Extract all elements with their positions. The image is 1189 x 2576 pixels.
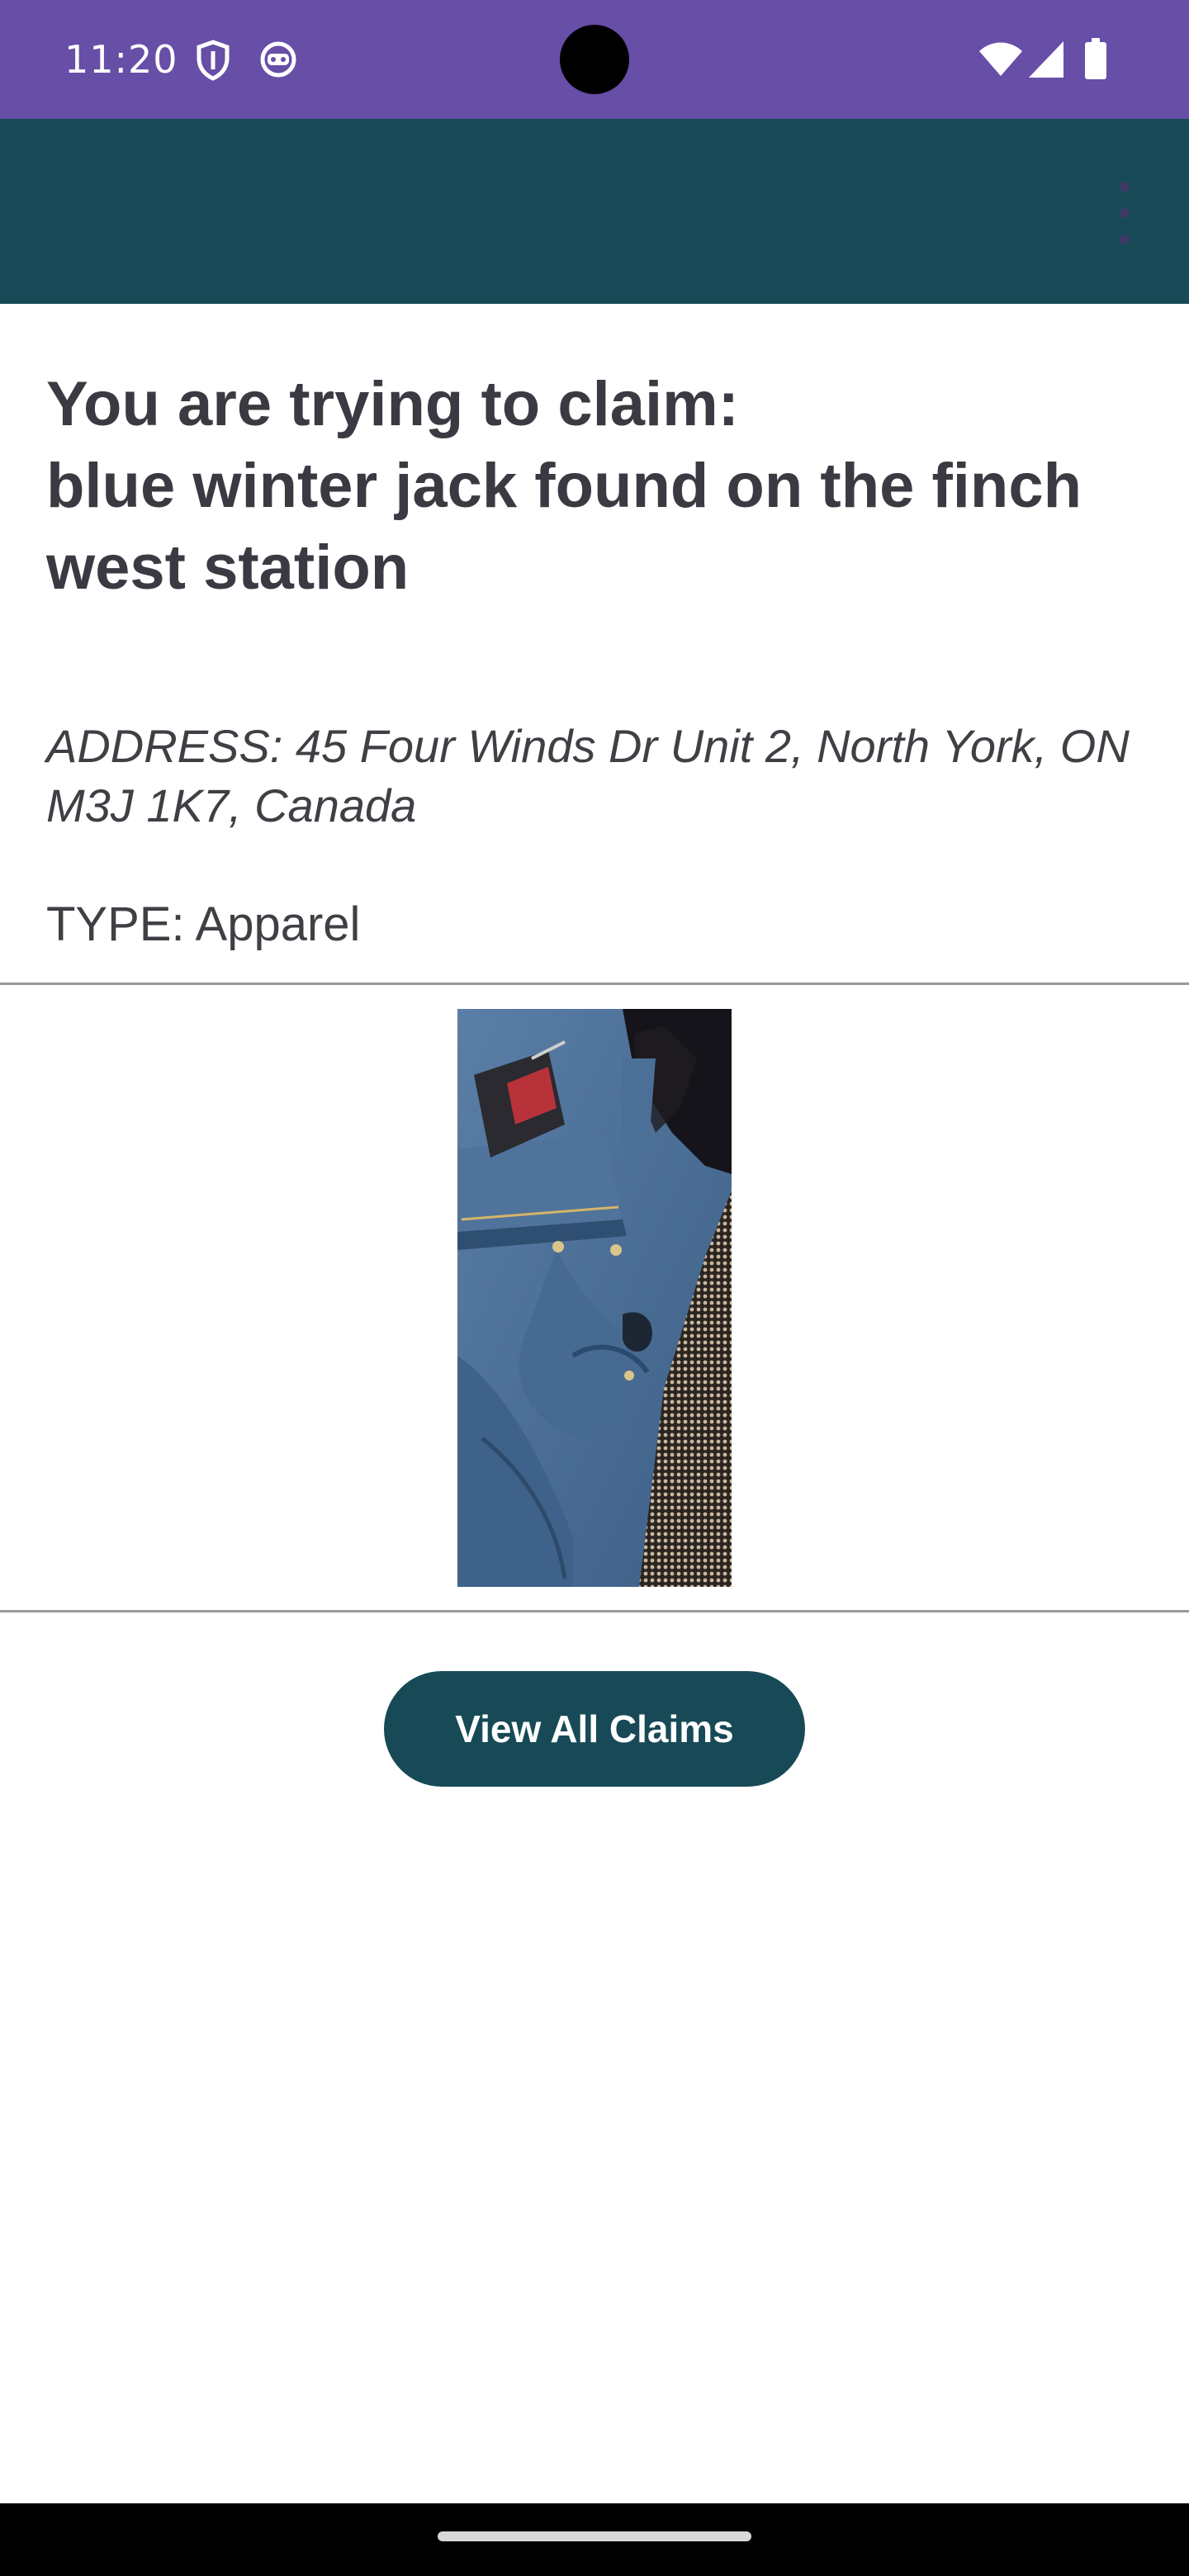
divider-bottom xyxy=(0,1610,1189,1612)
cell-signal-icon xyxy=(1029,41,1063,82)
claim-address: ADDRESS: 45 Four Winds Dr Unit 2, North … xyxy=(46,720,1130,831)
wifi-icon xyxy=(979,41,1022,80)
claim-heading: You are trying to claim: blue winter jac… xyxy=(46,363,1153,608)
app-bar xyxy=(0,119,1189,304)
home-gesture-handle[interactable] xyxy=(438,2531,751,2541)
overflow-dot xyxy=(1120,208,1130,218)
claim-heading-intro: You are trying to claim: xyxy=(46,369,739,439)
item-photo xyxy=(457,1009,732,1587)
battery-icon xyxy=(1085,38,1106,83)
view-all-claims-button[interactable]: View All Claims xyxy=(384,1671,805,1787)
android-robot-icon xyxy=(259,40,297,82)
claim-type: TYPE: Apparel xyxy=(46,897,361,951)
divider-top xyxy=(0,983,1189,985)
overflow-dot xyxy=(1120,234,1130,244)
status-time: 11:20 xyxy=(64,37,178,82)
front-camera-cutout xyxy=(560,25,629,94)
shield-icon xyxy=(195,40,231,85)
more-vert-icon[interactable] xyxy=(1106,182,1143,244)
claim-item-title: blue winter jack found on the finch west… xyxy=(46,451,1082,603)
status-bar: 11:20 xyxy=(0,0,1189,119)
overflow-dot xyxy=(1120,182,1130,192)
